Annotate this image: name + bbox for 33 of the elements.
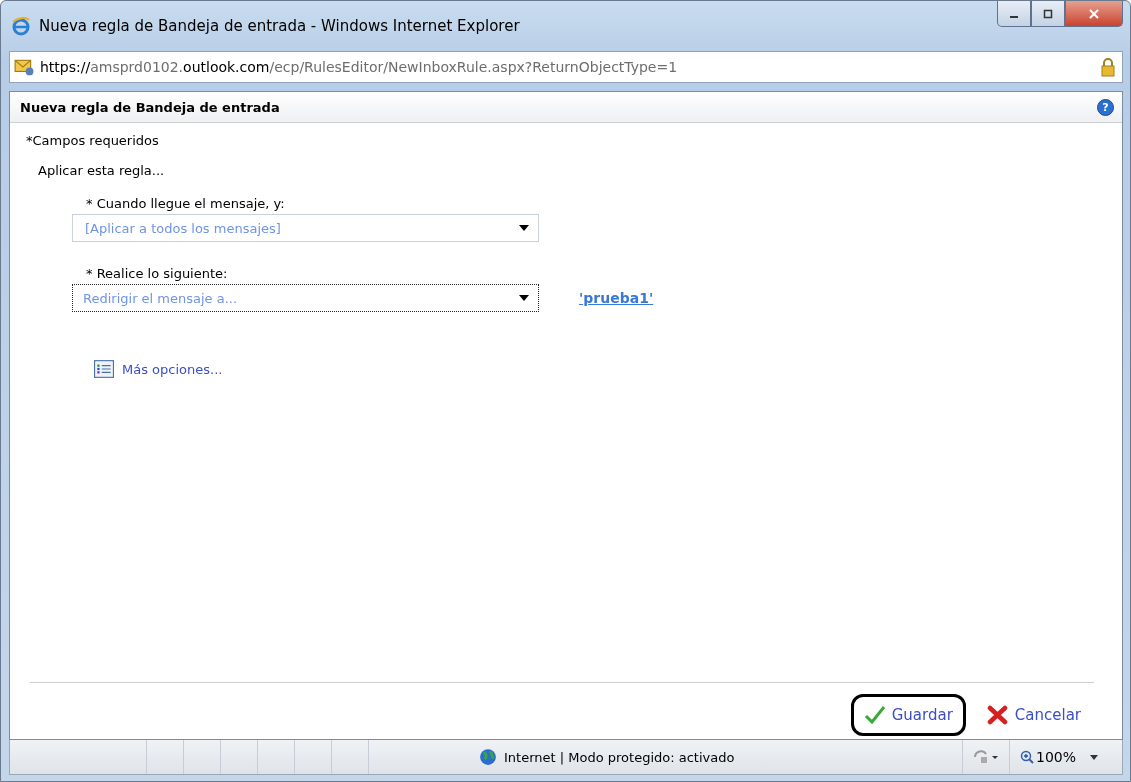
zoom-icon xyxy=(1019,750,1034,764)
maximize-button[interactable] xyxy=(1031,1,1065,27)
security-lock-icon xyxy=(972,749,999,765)
lock-icon xyxy=(1100,57,1116,77)
save-button[interactable]: Guardar xyxy=(850,694,966,736)
dropdown-arrow-icon xyxy=(518,294,530,302)
more-options-link[interactable]: Más opciones... xyxy=(122,361,223,377)
cancel-button[interactable]: Cancelar xyxy=(973,694,1094,736)
security-zone-text: Internet | Modo protegido: activado xyxy=(504,749,735,765)
window-title: Nueva regla de Bandeja de entrada - Windows Internet Explorer xyxy=(39,17,520,35)
cross-icon xyxy=(986,705,1009,725)
required-note: *Campos requeridos xyxy=(26,133,160,148)
intro-text: Aplicar esta regla... xyxy=(38,163,166,178)
envelope-icon xyxy=(14,58,34,76)
dropdown-arrow-icon xyxy=(1090,754,1098,760)
maximize-icon xyxy=(1043,8,1053,19)
minimize-icon xyxy=(1010,15,1018,18)
url-text: https://amsprd0102.outlook.com/ecp/RulesEditor/NewInboxRule.aspx?ReturnObjectType=1 xyxy=(40,59,678,75)
list-icon xyxy=(94,360,114,378)
address-bar[interactable]: https://amsprd0102.outlook.com/ecp/RulesEditor/NewInboxRule.aspx?ReturnObjectType=1 xyxy=(9,51,1123,83)
recipient-link[interactable]: 'prueba1' xyxy=(579,290,654,306)
checkmark-icon xyxy=(863,705,886,725)
help-button[interactable]: ? xyxy=(1097,98,1114,116)
zoom-button[interactable]: 100% xyxy=(1008,740,1122,774)
close-icon xyxy=(1088,8,1100,19)
field-label: * Cuando llegue el mensaje, y: xyxy=(86,196,286,211)
field-label: * Realice lo siguiente: xyxy=(86,266,229,281)
browser-logo-icon xyxy=(11,16,31,36)
minimize-button[interactable] xyxy=(997,1,1031,27)
close-button[interactable] xyxy=(1065,1,1123,27)
dropdown-arrow-icon xyxy=(518,224,530,232)
globe-icon xyxy=(479,748,497,766)
dialog-title: Nueva regla de Bandeja de entrada xyxy=(20,99,280,115)
